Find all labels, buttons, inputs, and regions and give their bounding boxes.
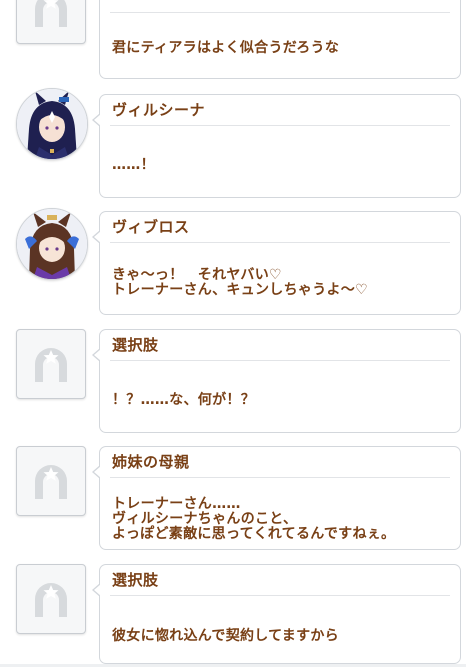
placeholder-avatar [16, 329, 86, 399]
dialogue-bubble: 姉妹の母親 トレーナーさん…… ヴィルシーナちゃんのこと、 よっぽど素敵に思って… [92, 446, 461, 550]
placeholder-avatar [16, 0, 86, 44]
divider [110, 125, 450, 126]
dialogue-bubble: 選択肢 彼女に惚れ込んで契約してますから [92, 564, 461, 664]
divider [110, 242, 450, 243]
horseshoe-icon [35, 0, 67, 27]
speaker-name: ヴィルシーナ [112, 101, 206, 119]
dialogue-text: トレーナーさん…… ヴィルシーナちゃんのこと、 よっぽど素敵に思ってくれてるんで… [112, 496, 396, 542]
character-portrait-icon [17, 209, 87, 279]
divider [110, 12, 450, 13]
dialogue-bubble: ヴィブロス きゃ～っ！ それヤバい♡ トレーナーさん、キュンしちゃうよ～♡ [92, 211, 461, 315]
dialogue-bubble: 君にティアラはよく似合うだろうな [99, 0, 461, 79]
horseshoe-icon [35, 583, 67, 617]
speaker-name: 選択肢 [112, 571, 159, 589]
horseshoe-icon [35, 465, 67, 499]
divider [110, 477, 450, 478]
speaker-name: ヴィブロス [112, 218, 190, 236]
dialogue-bubble: 選択肢 ！？……な、何が！？ [92, 329, 461, 433]
character-avatar [16, 88, 88, 160]
dialogue-text: ……！ [112, 157, 155, 173]
dialogue-bubble: ヴィルシーナ ……！ [92, 94, 461, 198]
dialogue-text: ！？……な、何が！？ [112, 392, 255, 408]
divider [110, 595, 450, 596]
dialogue-text: きゃ～っ！ それヤバい♡ トレーナーさん、キュンしちゃうよ～♡ [112, 267, 368, 298]
horseshoe-icon [35, 348, 67, 382]
divider [110, 360, 450, 361]
story-log: 君にティアラはよく似合うだろうな ヴィルシーナ ……！ ヴィブロス きゃ～っ！ … [0, 0, 466, 667]
speaker-name: 選択肢 [112, 336, 159, 354]
dialogue-text: 彼女に惚れ込んで契約してますから [112, 628, 339, 644]
placeholder-avatar [16, 446, 86, 516]
dialogue-text: 君にティアラはよく似合うだろうな [112, 40, 340, 56]
speaker-name: 姉妹の母親 [112, 453, 190, 471]
character-avatar [16, 208, 88, 280]
placeholder-avatar [16, 564, 86, 634]
character-portrait-icon [17, 89, 87, 159]
